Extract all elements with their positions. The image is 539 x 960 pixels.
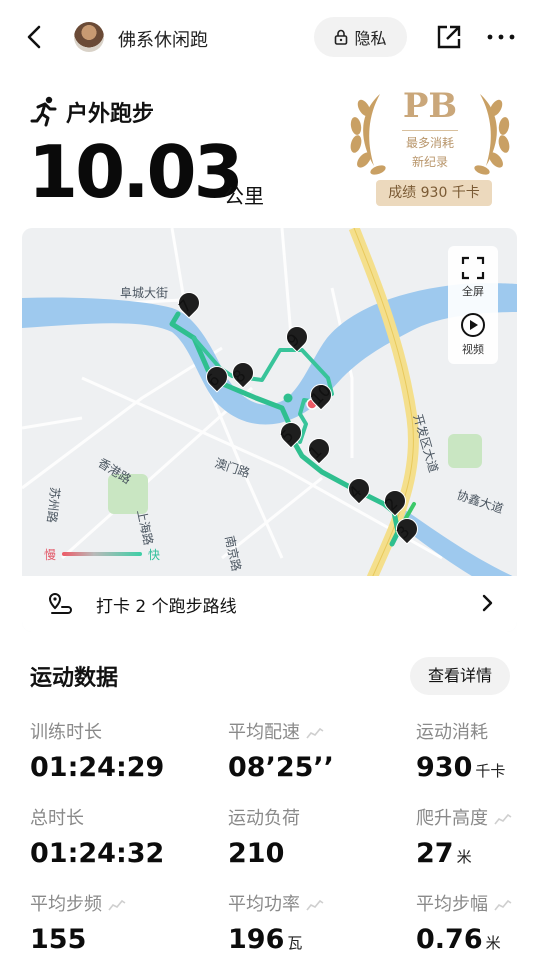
legend-slow: 慢 xyxy=(44,548,57,562)
trend-chart-icon xyxy=(494,813,512,825)
stat-label-text: 运动负荷 xyxy=(228,808,300,829)
stat-label-text: 训练时长 xyxy=(30,722,102,743)
stat-label-text: 平均功率 xyxy=(228,894,300,915)
play-circle-icon xyxy=(461,313,485,337)
privacy-button[interactable]: 隐私 xyxy=(314,17,407,57)
running-person-icon xyxy=(30,96,57,127)
stat-label-text: 平均步幅 xyxy=(416,894,488,915)
stat-item: 平均步频 155 xyxy=(30,890,126,956)
chevron-right-icon xyxy=(482,594,493,612)
stat-value-text: 27 xyxy=(416,838,454,869)
stat-label-text: 平均配速 xyxy=(228,722,300,743)
stat-label: 平均配速 xyxy=(228,718,334,744)
checkin-row[interactable]: 打卡 2 个跑步路线 xyxy=(22,576,517,632)
avatar[interactable] xyxy=(74,22,104,52)
stat-label-text: 总时长 xyxy=(30,808,84,829)
stat-unit: 米 xyxy=(456,848,472,866)
stat-value-text: 155 xyxy=(30,924,87,955)
stat-value-text: 01:24:32 xyxy=(30,838,165,869)
more-options-icon[interactable] xyxy=(486,30,516,44)
stat-label: 运动消耗 xyxy=(416,718,505,744)
top-bar: 佛系休闲跑 隐私 xyxy=(0,0,539,78)
stat-item: 总时长 01:24:32 xyxy=(30,804,164,870)
stat-item: 运动负荷 210 xyxy=(228,804,300,870)
section-title: 运动数据 xyxy=(30,666,119,691)
pb-line2: 新纪录 xyxy=(411,155,448,169)
privacy-label: 隐私 xyxy=(354,29,387,48)
trend-chart-icon xyxy=(306,899,324,911)
stat-value: 930 千卡 xyxy=(416,752,505,787)
lock-icon xyxy=(335,29,348,45)
stat-value: 0.76 米 xyxy=(416,924,512,959)
route-map[interactable]: 阜城大街 香港路 澳门路 上海路 南京路 苏州路 开发区大道 协鑫大道 1234… xyxy=(22,228,517,632)
trend-chart-icon xyxy=(306,727,324,739)
distance-value: 10.03 xyxy=(28,130,244,214)
map-canvas[interactable] xyxy=(22,228,517,632)
stat-value-text: 0.76 xyxy=(416,924,483,955)
stat-label-text: 运动消耗 xyxy=(416,722,488,743)
fullscreen-control[interactable]: 全屏 xyxy=(448,256,498,299)
trend-chart-icon xyxy=(494,899,512,911)
route-pin-icon xyxy=(48,592,72,614)
stat-unit: 瓦 xyxy=(287,934,303,952)
street-label: 阜城大街 xyxy=(120,286,169,300)
map-controls: 全屏 视频 xyxy=(448,246,498,364)
stat-item: 平均功率 196 瓦 xyxy=(228,890,324,959)
stat-value-text: 196 xyxy=(228,924,285,955)
stat-value: 155 xyxy=(30,924,126,956)
stat-item: 平均配速 08’25’’ xyxy=(228,718,334,784)
stat-item: 爬升高度 27 米 xyxy=(416,804,512,873)
stat-label: 平均步幅 xyxy=(416,890,512,916)
stat-value: 210 xyxy=(228,838,300,870)
stat-label: 平均步频 xyxy=(30,890,126,916)
username[interactable]: 佛系休闲跑 xyxy=(118,26,208,52)
trend-chart-icon xyxy=(108,899,126,911)
sport-name: 户外跑步 xyxy=(66,102,155,127)
stat-label-text: 爬升高度 xyxy=(416,808,488,829)
video-control[interactable]: 视频 xyxy=(448,312,498,357)
pb-title: PB xyxy=(402,86,458,126)
stat-label: 总时长 xyxy=(30,804,164,830)
stat-unit: 千卡 xyxy=(475,762,506,780)
pb-divider xyxy=(402,130,458,131)
stat-label: 运动负荷 xyxy=(228,804,300,830)
stat-value: 01:24:32 xyxy=(30,838,164,870)
stat-value: 01:24:29 xyxy=(30,752,164,784)
legend-fast: 快 xyxy=(148,548,161,562)
stat-value-text: 01:24:29 xyxy=(30,752,165,783)
stat-item: 平均步幅 0.76 米 xyxy=(416,890,512,959)
stat-item: 运动消耗 930 千卡 xyxy=(416,718,505,787)
view-details-button[interactable]: 查看详情 xyxy=(410,657,510,695)
stat-value-text: 210 xyxy=(228,838,285,869)
stat-label: 训练时长 xyxy=(30,718,164,744)
stat-value: 08’25’’ xyxy=(228,752,334,784)
checkin-text: 打卡 2 个跑步路线 xyxy=(96,597,237,617)
stat-unit: 米 xyxy=(485,934,501,952)
stat-label-text: 平均步频 xyxy=(30,894,102,915)
distance-unit: 公里 xyxy=(224,184,264,208)
stat-value: 196 瓦 xyxy=(228,924,324,959)
pb-line1: 最多消耗 xyxy=(405,136,454,150)
share-icon[interactable] xyxy=(436,24,462,50)
stat-label: 爬升高度 xyxy=(416,804,512,830)
stat-label: 平均功率 xyxy=(228,890,324,916)
video-label: 视频 xyxy=(462,343,484,356)
stat-value-text: 930 xyxy=(416,752,473,783)
back-arrow-icon[interactable] xyxy=(20,22,50,52)
stat-item: 训练时长 01:24:29 xyxy=(30,718,164,784)
stat-value: 27 米 xyxy=(416,838,512,873)
legend-gradient xyxy=(62,552,142,556)
fullscreen-label: 全屏 xyxy=(462,285,484,298)
pb-badge[interactable]: PB 最多消耗 新纪录 成绩 930 千卡 xyxy=(344,84,516,212)
stat-value-text: 08’25’’ xyxy=(228,752,334,783)
pb-result: 成绩 930 千卡 xyxy=(376,180,492,206)
fullscreen-icon xyxy=(461,256,485,280)
